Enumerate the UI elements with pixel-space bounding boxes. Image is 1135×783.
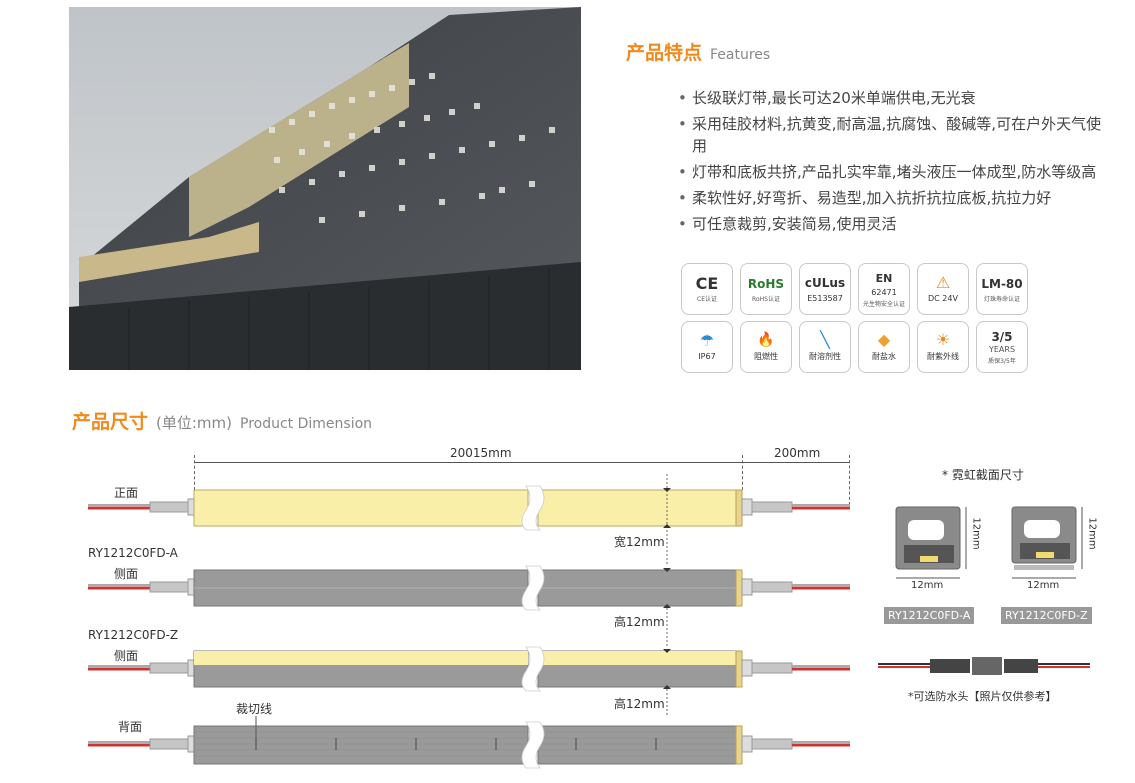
cut-line-label: 裁切线 [236, 702, 273, 716]
waterproof-connector-image [878, 657, 1090, 675]
section-a-height: 12mm [970, 517, 982, 550]
cross-section-a [895, 506, 967, 579]
side-view-strip-z [88, 650, 850, 688]
section-z-model-tag: RY1212C0FD-Z [1001, 607, 1092, 624]
section-a-width: 12mm [911, 580, 944, 591]
back-view-strip [88, 725, 850, 765]
section-z-height: 12mm [1086, 517, 1098, 550]
side-view-strip-a [88, 569, 850, 607]
waterproof-note: *可选防水头【照片仅供参考】 [908, 690, 1057, 703]
section-note: * 霓虹截面尺寸 [942, 468, 1024, 482]
section-a-model-tag: RY1212C0FD-A [884, 607, 975, 624]
front-view-strip [88, 489, 850, 527]
cross-section-z [1011, 506, 1083, 579]
width-dimension-label: 宽12mm [614, 535, 665, 549]
section-z-width: 12mm [1027, 580, 1060, 591]
strip-drawings [88, 474, 1090, 769]
height-dimension-label-z: 高12mm [614, 697, 665, 711]
height-dimension-label-a: 高12mm [614, 615, 665, 629]
